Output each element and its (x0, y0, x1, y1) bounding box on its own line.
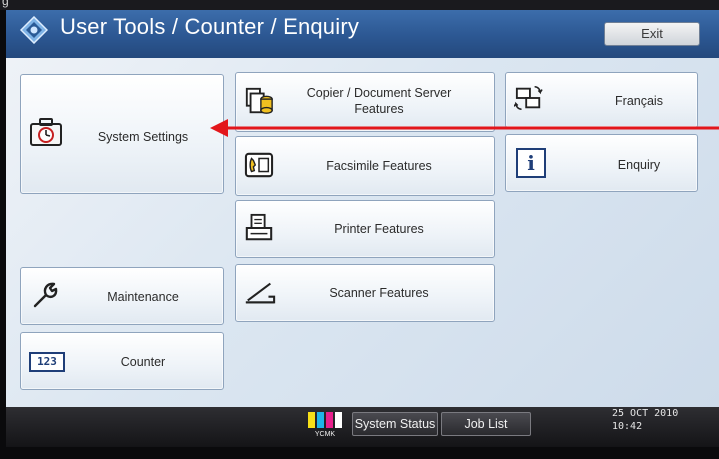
language-switch-icon (514, 86, 543, 110)
date-time: 25 OCT 2010 10:42 (612, 407, 678, 433)
date-text: 25 OCT 2010 (612, 408, 679, 419)
printer-features-button[interactable]: Printer Features (235, 200, 495, 258)
toolbox-clock-icon (30, 118, 62, 146)
page-title: User Tools / Counter / Enquiry (60, 14, 360, 39)
info-icon: i (516, 148, 546, 178)
fax-icon (244, 152, 274, 178)
exit-button[interactable]: Exit (604, 22, 700, 46)
facsimile-features-button[interactable]: Facsimile Features (235, 136, 495, 196)
scanner-features-button[interactable]: Scanner Features (235, 264, 495, 322)
photo-top-edge: g (0, 0, 719, 10)
edge-text: g (2, 0, 9, 8)
job-list-button[interactable]: Job List (441, 412, 531, 436)
ymck-text: YCMK (315, 431, 336, 438)
scanner-icon (245, 282, 276, 304)
printer-features-label: Printer Features (334, 222, 424, 236)
copier-document-server-icon (245, 87, 273, 114)
copier-document-server-label: Copier / Document Server Features (306, 86, 452, 116)
counter-label: Counter (120, 355, 166, 369)
scanner-features-label: Scanner Features (329, 286, 429, 300)
facsimile-features-label: Facsimile Features (326, 159, 432, 173)
maintenance-button[interactable]: Maintenance (20, 267, 224, 325)
wrench-icon (33, 282, 58, 308)
enquiry-label: Enquiry (617, 158, 661, 172)
enquiry-button[interactable]: i Enquiry (505, 134, 698, 192)
counter-icon-text: 123 (37, 355, 57, 368)
user-tools-diamond-icon (20, 16, 48, 44)
toner-level-icon: YCMK (308, 412, 342, 438)
system-settings-label: System Settings (97, 130, 189, 144)
annotation-arrow (210, 119, 719, 137)
counter-123-icon: 123 (29, 352, 65, 372)
time-text: 10:42 (612, 421, 643, 432)
system-settings-button[interactable]: System Settings (20, 74, 224, 194)
system-status-button[interactable]: System Status (352, 412, 438, 436)
photo-bottom-edge (0, 447, 719, 459)
francais-label: Français (615, 94, 663, 108)
counter-button[interactable]: 123 Counter (20, 332, 224, 390)
printer-icon (245, 213, 273, 241)
maintenance-label: Maintenance (107, 290, 179, 304)
